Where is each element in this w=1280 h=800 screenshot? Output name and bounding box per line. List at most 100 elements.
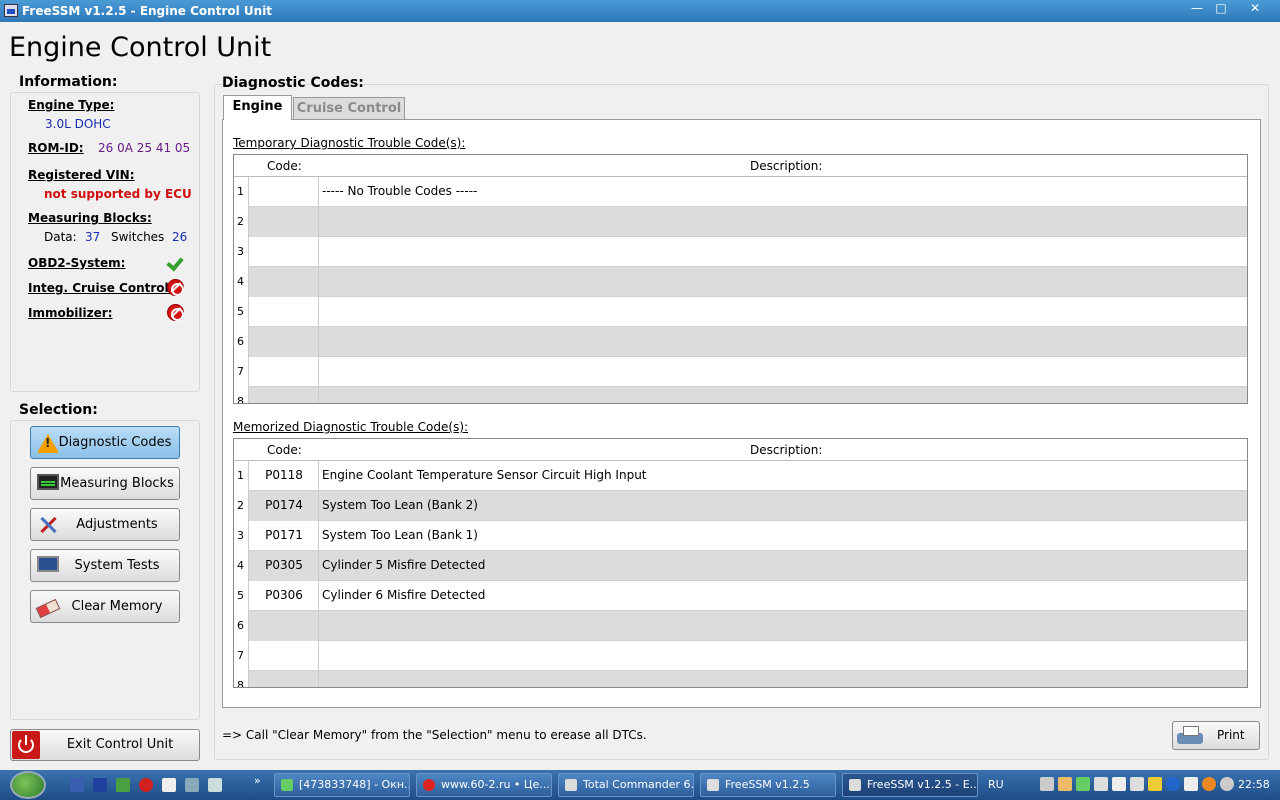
network-icon[interactable]	[1220, 777, 1234, 791]
memorized-dtc-title: Memorized Diagnostic Trouble Code(s):	[233, 420, 469, 434]
table-row[interactable]: 1 P0118 Engine Coolant Temperature Sensor …	[234, 461, 1247, 491]
row-number: 6	[234, 327, 249, 357]
memorized-dtc-table[interactable]: Code: Description: 1 P0118 Engine Coolant …	[233, 438, 1248, 688]
dtc-code	[250, 387, 319, 403]
task-button[interactable]: FreeSSM v1.2.5	[700, 773, 836, 797]
table-header: Code: Description:	[234, 439, 1247, 461]
task-button[interactable]: [473833748] - Окн...	[274, 773, 410, 797]
table-row[interactable]: 8	[234, 387, 1247, 403]
table-row[interactable]: 7	[234, 357, 1247, 387]
tray-icon[interactable]	[1040, 777, 1054, 791]
diagnostic-codes-button[interactable]: Diagnostic Codes	[30, 426, 180, 459]
button-label: Adjustments	[76, 517, 158, 532]
title-bar[interactable]: FreeSSM v1.2.5 - Engine Control Unit — □…	[0, 0, 1280, 22]
tray-icon[interactable]	[1058, 777, 1072, 791]
volume-icon[interactable]	[1112, 777, 1126, 791]
row-number: 6	[234, 611, 249, 641]
column-description: Description:	[750, 443, 823, 457]
maximize-button[interactable]: □	[1208, 0, 1234, 16]
temporary-dtc-title: Temporary Diagnostic Trouble Code(s):	[233, 136, 466, 150]
power-icon	[12, 731, 40, 759]
temporary-dtc-table[interactable]: Code: Description: 1 ----- No Trouble Cod…	[233, 154, 1248, 404]
quicklaunch-icon[interactable]	[162, 778, 176, 792]
table-row[interactable]: 4	[234, 267, 1247, 297]
table-row[interactable]: 5 P0306 Cylinder 6 Misfire Detected	[234, 581, 1247, 611]
clock[interactable]: 22:58	[1238, 778, 1270, 791]
tray-icon[interactable]	[1076, 777, 1090, 791]
button-label: System Tests	[74, 558, 160, 573]
system-tests-button[interactable]: System Tests	[30, 549, 180, 582]
clear-memory-button[interactable]: Clear Memory	[30, 590, 180, 623]
button-label: Print	[1217, 728, 1245, 742]
language-indicator[interactable]: RU	[988, 778, 1004, 791]
table-row[interactable]: 5	[234, 297, 1247, 327]
warning-icon	[37, 433, 59, 453]
vin-label: Registered VIN:	[28, 168, 135, 182]
exit-control-unit-button[interactable]: Exit Control Unit	[10, 729, 200, 761]
close-button[interactable]: ✕	[1242, 0, 1268, 16]
dtc-code	[250, 237, 319, 267]
dtc-code	[250, 177, 319, 207]
table-row[interactable]: 1 ----- No Trouble Codes -----	[234, 177, 1247, 207]
data-label: Data:	[44, 230, 77, 244]
dtc-code: P0174	[250, 491, 319, 521]
dtc-description: System Too Lean (Bank 2)	[322, 498, 478, 512]
column-code: Code:	[267, 443, 302, 457]
adjustments-button[interactable]: Adjustments	[30, 508, 180, 541]
column-description: Description:	[750, 159, 823, 173]
table-row[interactable]: 4 P0305 Cylinder 5 Misfire Detected	[234, 551, 1247, 581]
table-row[interactable]: 2 P0174 System Too Lean (Bank 2)	[234, 491, 1247, 521]
task-button[interactable]: Total Commander 6...	[558, 773, 694, 797]
task-button-active[interactable]: FreeSSM v1.2.5 - E...	[842, 773, 978, 797]
task-button[interactable]: www.60-2.ru • Це...	[416, 773, 552, 797]
tray-icon[interactable]	[1202, 777, 1216, 791]
dtc-description: System Too Lean (Bank 1)	[322, 528, 478, 542]
table-row[interactable]: 6	[234, 611, 1247, 641]
tray-icon[interactable]	[1184, 777, 1198, 791]
row-number: 3	[234, 521, 249, 551]
row-number: 5	[234, 297, 249, 327]
row-number: 8	[234, 387, 249, 403]
task-icon	[565, 779, 577, 791]
table-row[interactable]: 8	[234, 671, 1247, 687]
quicklaunch-icon[interactable]	[70, 778, 84, 792]
tab-cruise-control[interactable]: Cruise Control	[293, 97, 405, 119]
table-row[interactable]: 3	[234, 237, 1247, 267]
dtc-code	[250, 267, 319, 297]
task-label: www.60-2.ru • Це...	[441, 778, 550, 791]
minimize-button[interactable]: —	[1184, 0, 1210, 16]
computer-icon	[37, 556, 59, 572]
dtc-description: Cylinder 5 Misfire Detected	[322, 558, 486, 572]
bluetooth-icon[interactable]	[1166, 777, 1180, 791]
quicklaunch-icon[interactable]	[208, 778, 222, 792]
eraser-icon	[35, 598, 61, 619]
start-button[interactable]	[10, 771, 46, 799]
table-row[interactable]: 7	[234, 641, 1247, 671]
cruise-control-label: Integ. Cruise Control:	[28, 281, 174, 295]
dtc-code	[250, 611, 319, 641]
measuring-blocks-button[interactable]: Measuring Blocks	[30, 467, 180, 500]
table-row[interactable]: 2	[234, 207, 1247, 237]
dtc-description: Cylinder 6 Misfire Detected	[322, 588, 486, 602]
opera-icon[interactable]	[139, 778, 153, 792]
save-icon[interactable]	[93, 778, 107, 792]
tab-engine[interactable]: Engine	[223, 95, 292, 120]
battery-icon[interactable]	[1130, 777, 1144, 791]
dtc-code	[250, 207, 319, 237]
table-row[interactable]: 3 P0171 System Too Lean (Bank 1)	[234, 521, 1247, 551]
quicklaunch-icon[interactable]	[185, 778, 199, 792]
engine-type-label: Engine Type:	[28, 98, 115, 112]
quicklaunch-chevron-icon[interactable]: »	[254, 774, 261, 787]
dtc-code: P0171	[250, 521, 319, 551]
table-row[interactable]: 6	[234, 327, 1247, 357]
print-button[interactable]: Print	[1172, 721, 1260, 750]
tray-icon[interactable]	[1148, 777, 1162, 791]
romid-value: 26 0A 25 41 05	[98, 141, 191, 155]
dtc-code: P0118	[250, 461, 319, 491]
tray-icon[interactable]	[1094, 777, 1108, 791]
quicklaunch-icon[interactable]	[116, 778, 130, 792]
row-number: 4	[234, 551, 249, 581]
switches-value: 26	[172, 230, 188, 244]
task-icon	[707, 779, 719, 791]
dtc-code	[250, 357, 319, 387]
